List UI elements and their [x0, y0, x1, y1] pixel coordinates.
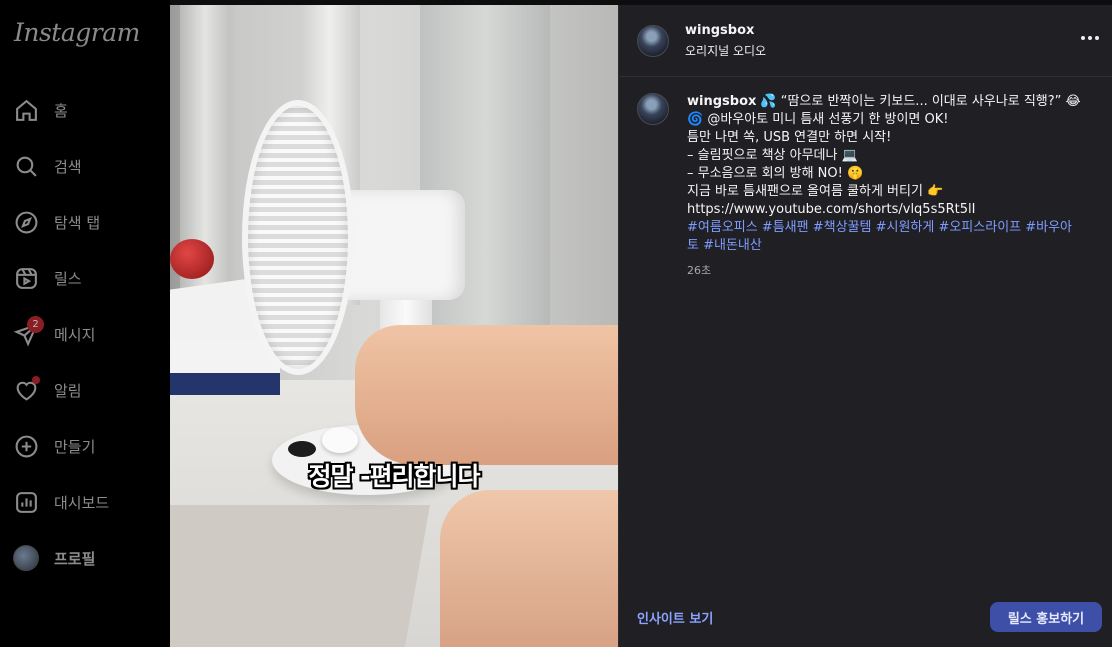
hand — [440, 490, 618, 647]
sidebar-item-label: 알림 — [54, 381, 82, 400]
fan-motor-housing — [340, 190, 465, 300]
sidebar-item-label: 메시지 — [54, 325, 96, 344]
sidebar-item-create[interactable]: 만들기 — [12, 430, 162, 462]
post-timestamp: 26초 — [687, 264, 712, 277]
caption-line: – 슬림핏으로 책상 아무데나 💻 — [687, 148, 858, 163]
sidebar-item-search[interactable]: 검색 — [12, 150, 162, 182]
plus-square-icon — [12, 432, 40, 460]
sidebar: Instagram 홈 검색 탐색 탭 릴스 2 메시지 알림 만들기 대시보드… — [0, 0, 170, 647]
message-count-badge: 2 — [27, 316, 44, 333]
author-username[interactable]: wingsbox — [685, 23, 754, 38]
avatar — [13, 545, 39, 571]
send-icon: 2 — [12, 316, 44, 348]
partition-panel — [420, 5, 550, 365]
caption-line: 🌀 @바우아토 미니 틈새 선풍기 한 방이면 OK! — [687, 112, 949, 127]
home-icon — [12, 96, 40, 124]
sidebar-item-notifications[interactable]: 알림 — [12, 374, 162, 406]
promote-reel-button[interactable]: 릴스 홍보하기 — [990, 602, 1102, 632]
sidebar-item-label: 홈 — [54, 101, 68, 120]
caption-comment: wingsbox 💦 “땀으로 반짝이는 키보드... 이대로 사우나로 직행?”… — [687, 93, 1097, 255]
more-options-icon[interactable] — [1075, 25, 1105, 51]
sidebar-item-label: 만들기 — [54, 437, 96, 456]
sidebar-item-label: 프로필 — [54, 549, 96, 568]
avatar[interactable] — [637, 93, 669, 125]
post-details-panel: wingsbox 오리지널 오디오 wingsbox 💦 “땀으로 반짝이는 키보… — [618, 5, 1112, 647]
post-header: wingsbox 오리지널 오디오 — [619, 5, 1112, 77]
sidebar-item-home[interactable]: 홈 — [12, 94, 162, 126]
caption-line: 지금 바로 틈새팬으로 올여름 쿨하게 버티기 👉 — [687, 184, 944, 199]
sidebar-item-label: 탐색 탭 — [54, 213, 101, 232]
hashtag-line[interactable]: #여름오피스 #틈새팬 #책상꿀템 #시원하게 #오피스라이프 #바우아 — [687, 219, 1097, 237]
sidebar-item-profile[interactable]: 프로필 — [12, 542, 162, 574]
caption-url: https://www.youtube.com/shorts/vlq5s5Rt5… — [687, 202, 976, 217]
sidebar-item-label: 검색 — [54, 157, 82, 176]
avatar[interactable] — [637, 25, 669, 57]
comment-username[interactable]: wingsbox — [687, 94, 756, 109]
fan-knob — [322, 427, 358, 453]
sidebar-item-dashboard[interactable]: 대시보드 — [12, 486, 162, 518]
fan-button — [288, 441, 316, 457]
caption-line: wingsbox 💦 “땀으로 반짝이는 키보드... 이대로 사우나로 직행?”… — [687, 93, 1097, 111]
compass-icon — [12, 208, 40, 236]
heart-icon — [12, 376, 40, 404]
hashtag-line[interactable]: 토 #내돈내산 — [687, 237, 1097, 255]
sidebar-item-messages[interactable]: 2 메시지 — [12, 316, 162, 350]
caption-line: – 무소음으로 회의 방해 NO! 🤫 — [687, 166, 864, 181]
reels-icon — [12, 264, 40, 292]
instagram-logo[interactable]: Instagram — [14, 18, 140, 47]
sidebar-item-explore[interactable]: 탐색 탭 — [12, 206, 162, 238]
fan-guard — [242, 100, 354, 375]
audio-label[interactable]: 오리지널 오디오 — [685, 42, 766, 59]
notification-dot — [32, 376, 40, 384]
reel-video[interactable]: 정말 -편리합니다 — [170, 5, 618, 647]
search-icon — [12, 152, 40, 180]
sidebar-item-label: 릴스 — [54, 269, 82, 288]
caption-line: 틈만 나면 쏙, USB 연결만 하면 시작! — [687, 130, 892, 145]
ladybug-figure — [170, 239, 214, 279]
hand — [355, 325, 618, 465]
desk-edge — [170, 505, 431, 647]
notebook — [170, 340, 280, 395]
view-insights-link[interactable]: 인사이트 보기 — [637, 608, 713, 627]
bar-chart-icon — [12, 488, 40, 516]
caption-text: 💦 “땀으로 반짝이는 키보드... 이대로 사우나로 직행?” 😂 — [760, 94, 1081, 109]
sidebar-item-reels[interactable]: 릴스 — [12, 262, 162, 294]
video-subtitle: 정말 -편리합니다 — [308, 462, 480, 491]
sidebar-item-label: 대시보드 — [54, 493, 110, 512]
profile-avatar-wrap — [12, 544, 40, 572]
